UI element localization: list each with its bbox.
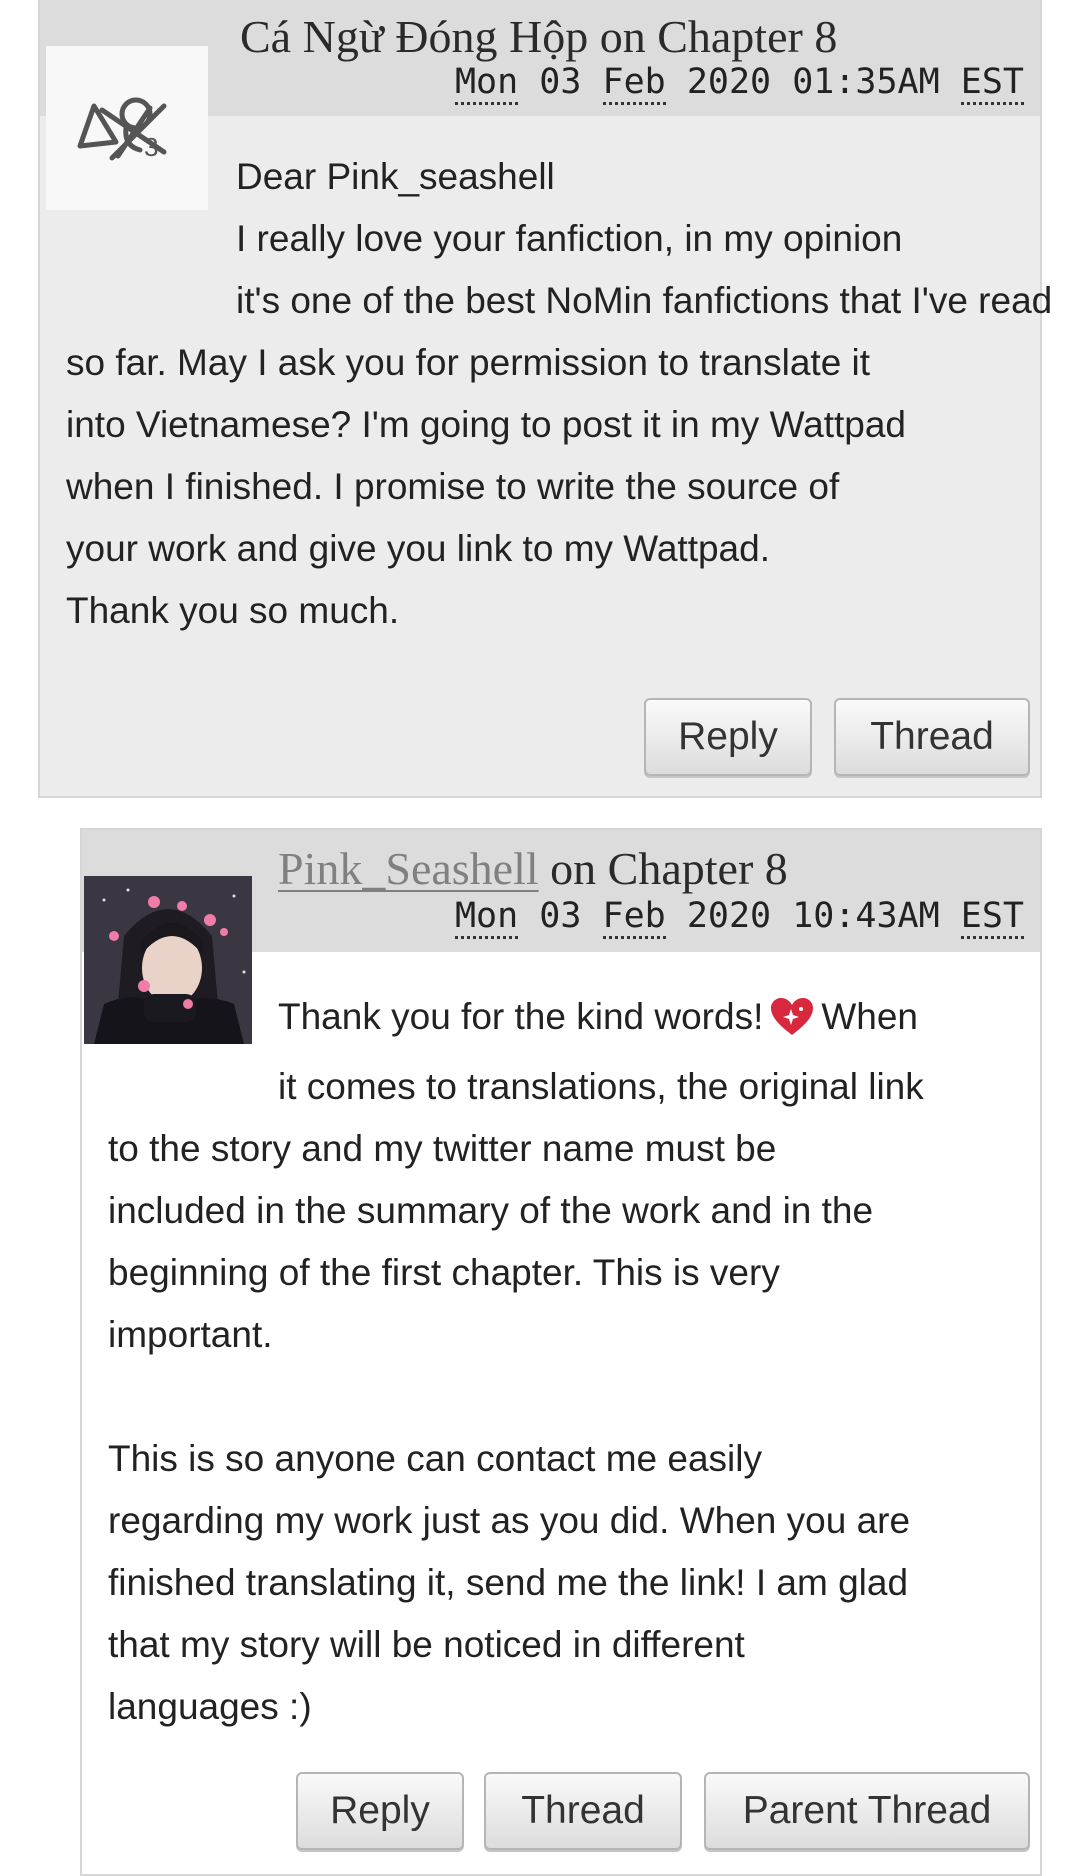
timezone-abbr: EST [960,62,1024,105]
date-time: 10:43AM [792,896,940,936]
body-line: when I finished. I promise to write the … [66,466,840,507]
body-text-a: Thank you for the kind words! [278,996,764,1037]
body-line: regarding my work just as you did. When … [108,1500,911,1541]
reply-button[interactable]: Reply [296,1772,464,1850]
body-line: your work and give you link to my Wattpa… [66,528,770,569]
comment-byline: Pink_Seashell on Chapter 8 [278,842,788,895]
date-time: 01:35AM [792,62,940,102]
body-text-b: When [821,996,919,1037]
body-line: so far. May I ask you for permission to … [66,342,871,383]
body-line: into Vietnamese? I'm going to post it in… [66,404,906,445]
comment-byline: Cá Ngừ Đóng Hộp on Chapter 8 [240,10,837,63]
on-text: on [599,11,646,62]
thread-button[interactable]: Thread [484,1772,682,1850]
body-line: This is so anyone can contact me easily [108,1438,762,1479]
comment-2: Pink_Seashell on Chapter 8 Mon 03 Feb 20… [80,828,1042,1876]
body-line: to the story and my twitter name must be [108,1128,777,1169]
author-name: Cá Ngừ Đóng Hộp [240,11,589,62]
comment-1: Cá Ngừ Đóng Hộp on Chapter 8 Mon 03 Feb … [38,0,1053,798]
weekday-abbr: Mon [454,896,519,939]
month-abbr: Feb [602,62,666,105]
body-line: Thank you so much. [66,590,400,631]
timezone-abbr: EST [960,896,1024,939]
author-link[interactable]: Pink_Seashell [278,843,539,894]
chapter-link[interactable]: Chapter 8 [657,11,837,62]
on-text: on [550,843,597,894]
date-day: 03 [539,62,582,102]
body-line: included in the summary of the work and … [108,1190,874,1231]
body-line: finished translating it, send me the lin… [108,1562,909,1603]
comment-body: Dear Pink_seashell I really love your fa… [66,146,1053,642]
comment-datetime: Mon 03 Feb 2020 10:43AM EST [454,896,1024,939]
body-line: it's one of the best NoMin fanfictions t… [236,280,1053,321]
chapter-link[interactable]: Chapter 8 [608,843,788,894]
date-year: 2020 [686,896,772,936]
comment-body: Thank you for the kind words! When it com… [108,986,1016,1738]
body-line: that my story will be noticed in differe… [108,1624,745,1665]
comment-datetime: Mon 03 Feb 2020 01:35AM EST [454,62,1024,105]
body-line: important. [108,1314,273,1355]
date-year: 2020 [686,62,772,102]
month-abbr: Feb [602,896,666,939]
body-line: languages :) [108,1686,312,1727]
sparkling-heart-icon [769,994,815,1056]
reply-button[interactable]: Reply [644,698,812,776]
parent-thread-button[interactable]: Parent Thread [704,1772,1030,1850]
body-line: beginning of the first chapter. This is … [108,1252,780,1293]
date-day: 03 [539,896,582,936]
thread-button[interactable]: Thread [834,698,1030,776]
weekday-abbr: Mon [454,62,519,105]
